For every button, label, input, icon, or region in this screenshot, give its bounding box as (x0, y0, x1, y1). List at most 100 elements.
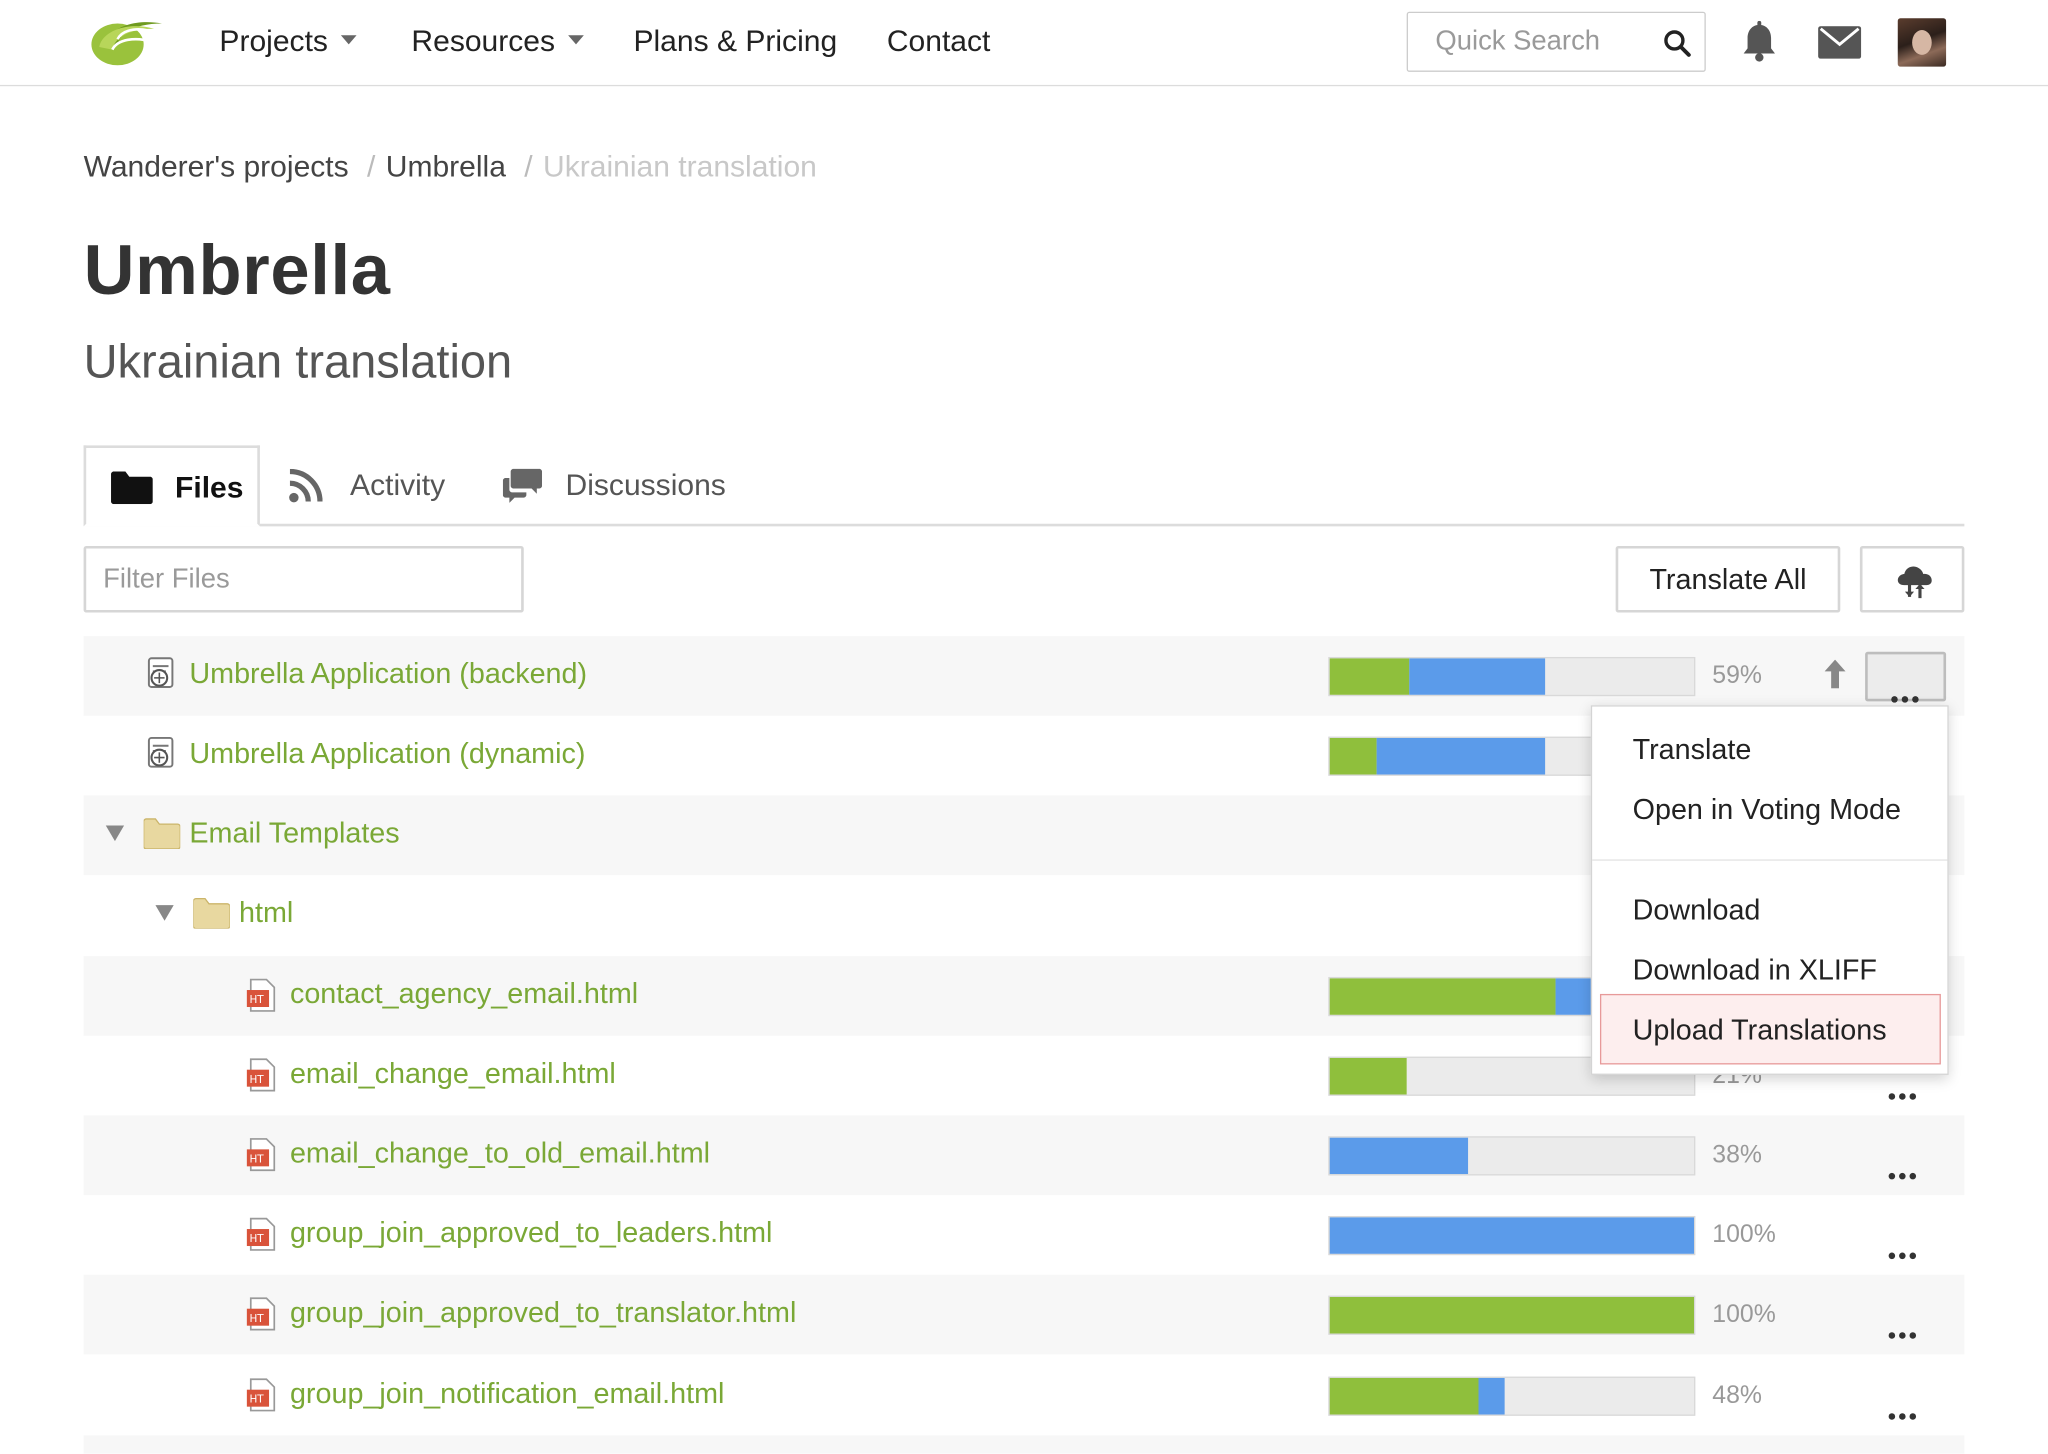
more-options-button[interactable] (1865, 1131, 1946, 1181)
folder-name[interactable]: Email Templates (189, 816, 399, 850)
progress-translated (1329, 978, 1556, 1015)
cloud-sync-button[interactable] (1859, 545, 1965, 613)
more-options-button[interactable] (1865, 1371, 1946, 1421)
file-name[interactable]: email_change_email.html (290, 1057, 616, 1091)
tab-activity-label: Activity (350, 467, 446, 502)
nav-contact-label: Contact (886, 23, 991, 58)
progress-bar (1328, 1295, 1696, 1335)
file-row[interactable]: Umbrella Application (backend) 59% (83, 636, 1965, 716)
html-file-icon: HT (246, 1378, 277, 1418)
breadcrumb-item-umbrella[interactable]: Umbrella (386, 149, 506, 183)
search-icon[interactable] (1663, 29, 1692, 58)
breadcrumb: Wanderer's projects / Umbrella / Ukrainian t… (84, 149, 828, 184)
file-name[interactable]: group_join_notification_email.html (290, 1377, 724, 1411)
folder-name[interactable]: html (239, 896, 293, 930)
html-file-icon: HT (246, 1138, 277, 1178)
progress-bar (1328, 1376, 1696, 1416)
tab-files[interactable]: Files (83, 445, 260, 527)
nav-plans-pricing[interactable]: Plans & Pricing (633, 24, 837, 59)
top-navigation: Projects Resources Plans & Pricing Conta… (0, 0, 2048, 87)
mail-icon[interactable] (1818, 26, 1862, 65)
breadcrumb-item-current: Ukrainian translation (543, 148, 817, 183)
svg-text:HT: HT (249, 1233, 264, 1245)
translate-all-button[interactable]: Translate All (1615, 545, 1841, 613)
progress-percent: 59% (1712, 662, 1762, 690)
more-options-button[interactable] (1865, 1290, 1946, 1340)
page-title: Umbrella (83, 231, 391, 310)
ellipsis-icon (1888, 1153, 1920, 1187)
folder-icon (111, 470, 153, 512)
progress-bar (1328, 1215, 1696, 1256)
file-row[interactable]: HT group_join_notification_email.html 48… (84, 1356, 1965, 1436)
menu-divider (1592, 859, 1948, 861)
collapse-triangle-icon[interactable] (155, 905, 174, 921)
menu-item-download-xliff[interactable]: Download in XLIFF (1633, 953, 1877, 987)
progress-approved (1376, 737, 1545, 775)
progress-approved (1329, 1137, 1469, 1175)
rss-icon (289, 468, 323, 511)
file-name[interactable]: contact_agency_email.html (290, 977, 638, 1011)
progress-translated (1329, 1057, 1407, 1095)
file-context-menu: Translate Open in Voting Mode Download D… (1590, 705, 1949, 1075)
folder-icon (143, 818, 181, 856)
html-file-icon: HT (246, 1058, 277, 1098)
progress-approved (1555, 978, 1592, 1015)
progress-approved (1409, 658, 1545, 695)
more-options-button[interactable] (1865, 651, 1947, 703)
ellipsis-icon (1888, 1233, 1920, 1267)
app-root: Projects Resources Plans & Pricing Conta… (0, 0, 2048, 1454)
cloud-sync-icon (1895, 564, 1934, 606)
chevron-down-icon (568, 35, 584, 45)
collapse-triangle-icon[interactable] (105, 825, 125, 842)
menu-item-download[interactable]: Download (1633, 893, 1761, 927)
progress-bar (1328, 1136, 1696, 1176)
file-name[interactable]: Umbrella Application (backend) (189, 657, 587, 691)
progress-translated (1329, 1296, 1695, 1334)
file-name[interactable]: email_change_to_old_email.html (290, 1136, 710, 1170)
html-file-icon: HT (246, 1297, 277, 1337)
tab-discussions-label: Discussions (565, 467, 726, 502)
nav-resources-label: Resources (411, 23, 556, 58)
chevron-down-icon (341, 35, 357, 45)
progress-percent: 100% (1712, 1300, 1776, 1329)
menu-item-translate[interactable]: Translate (1633, 733, 1752, 767)
quick-search (1406, 11, 1706, 72)
progress-percent: 38% (1712, 1141, 1762, 1169)
file-name[interactable]: Umbrella Application (dynamic) (189, 737, 585, 771)
filter-files-input[interactable] (86, 548, 522, 610)
svg-text:HT: HT (249, 1153, 264, 1165)
upload-arrow-icon[interactable] (1824, 659, 1846, 695)
html-file-icon: HT (246, 978, 277, 1018)
progress-translated (1329, 1377, 1479, 1415)
file-name[interactable]: group_join_approved_to_translator.html (290, 1296, 796, 1330)
tab-activity[interactable]: Activity (285, 445, 468, 526)
progress-translated (1329, 737, 1377, 775)
breadcrumb-separator: / (366, 148, 376, 183)
ellipsis-icon (1888, 1074, 1920, 1108)
html-file-icon: HT (246, 1217, 277, 1257)
file-row[interactable]: HT email_change_to_old_email.html 38% (83, 1115, 1965, 1196)
progress-approved (1478, 1377, 1505, 1415)
svg-text:HT: HT (249, 1313, 264, 1325)
ellipsis-icon (1888, 1394, 1920, 1428)
file-row (83, 1435, 1965, 1454)
nav-contact[interactable]: Contact (887, 24, 991, 59)
tab-discussions[interactable]: Discussions (502, 445, 738, 526)
folder-icon (192, 897, 231, 935)
bell-icon[interactable] (1741, 20, 1778, 69)
more-options-button[interactable] (1865, 1211, 1946, 1261)
menu-item-upload-translations[interactable]: Upload Translations (1633, 1014, 1887, 1048)
file-row[interactable]: HT group_join_approved_to_translator.htm… (83, 1274, 1965, 1355)
file-row[interactable]: HT group_join_approved_to_leaders.html 1… (84, 1195, 1965, 1275)
menu-item-voting-mode[interactable]: Open in Voting Mode (1633, 793, 1901, 827)
nav-resources[interactable]: Resources (411, 23, 584, 59)
filter-files (83, 545, 524, 613)
avatar[interactable] (1897, 18, 1947, 67)
search-input[interactable] (1407, 13, 1657, 71)
app-file-icon (145, 657, 176, 697)
logo-icon[interactable] (89, 13, 165, 68)
breadcrumb-item-projects[interactable]: Wanderer's projects (84, 149, 349, 183)
file-name[interactable]: group_join_approved_to_leaders.html (290, 1216, 772, 1250)
breadcrumb-separator: / (524, 148, 533, 183)
nav-projects[interactable]: Projects (219, 24, 357, 59)
